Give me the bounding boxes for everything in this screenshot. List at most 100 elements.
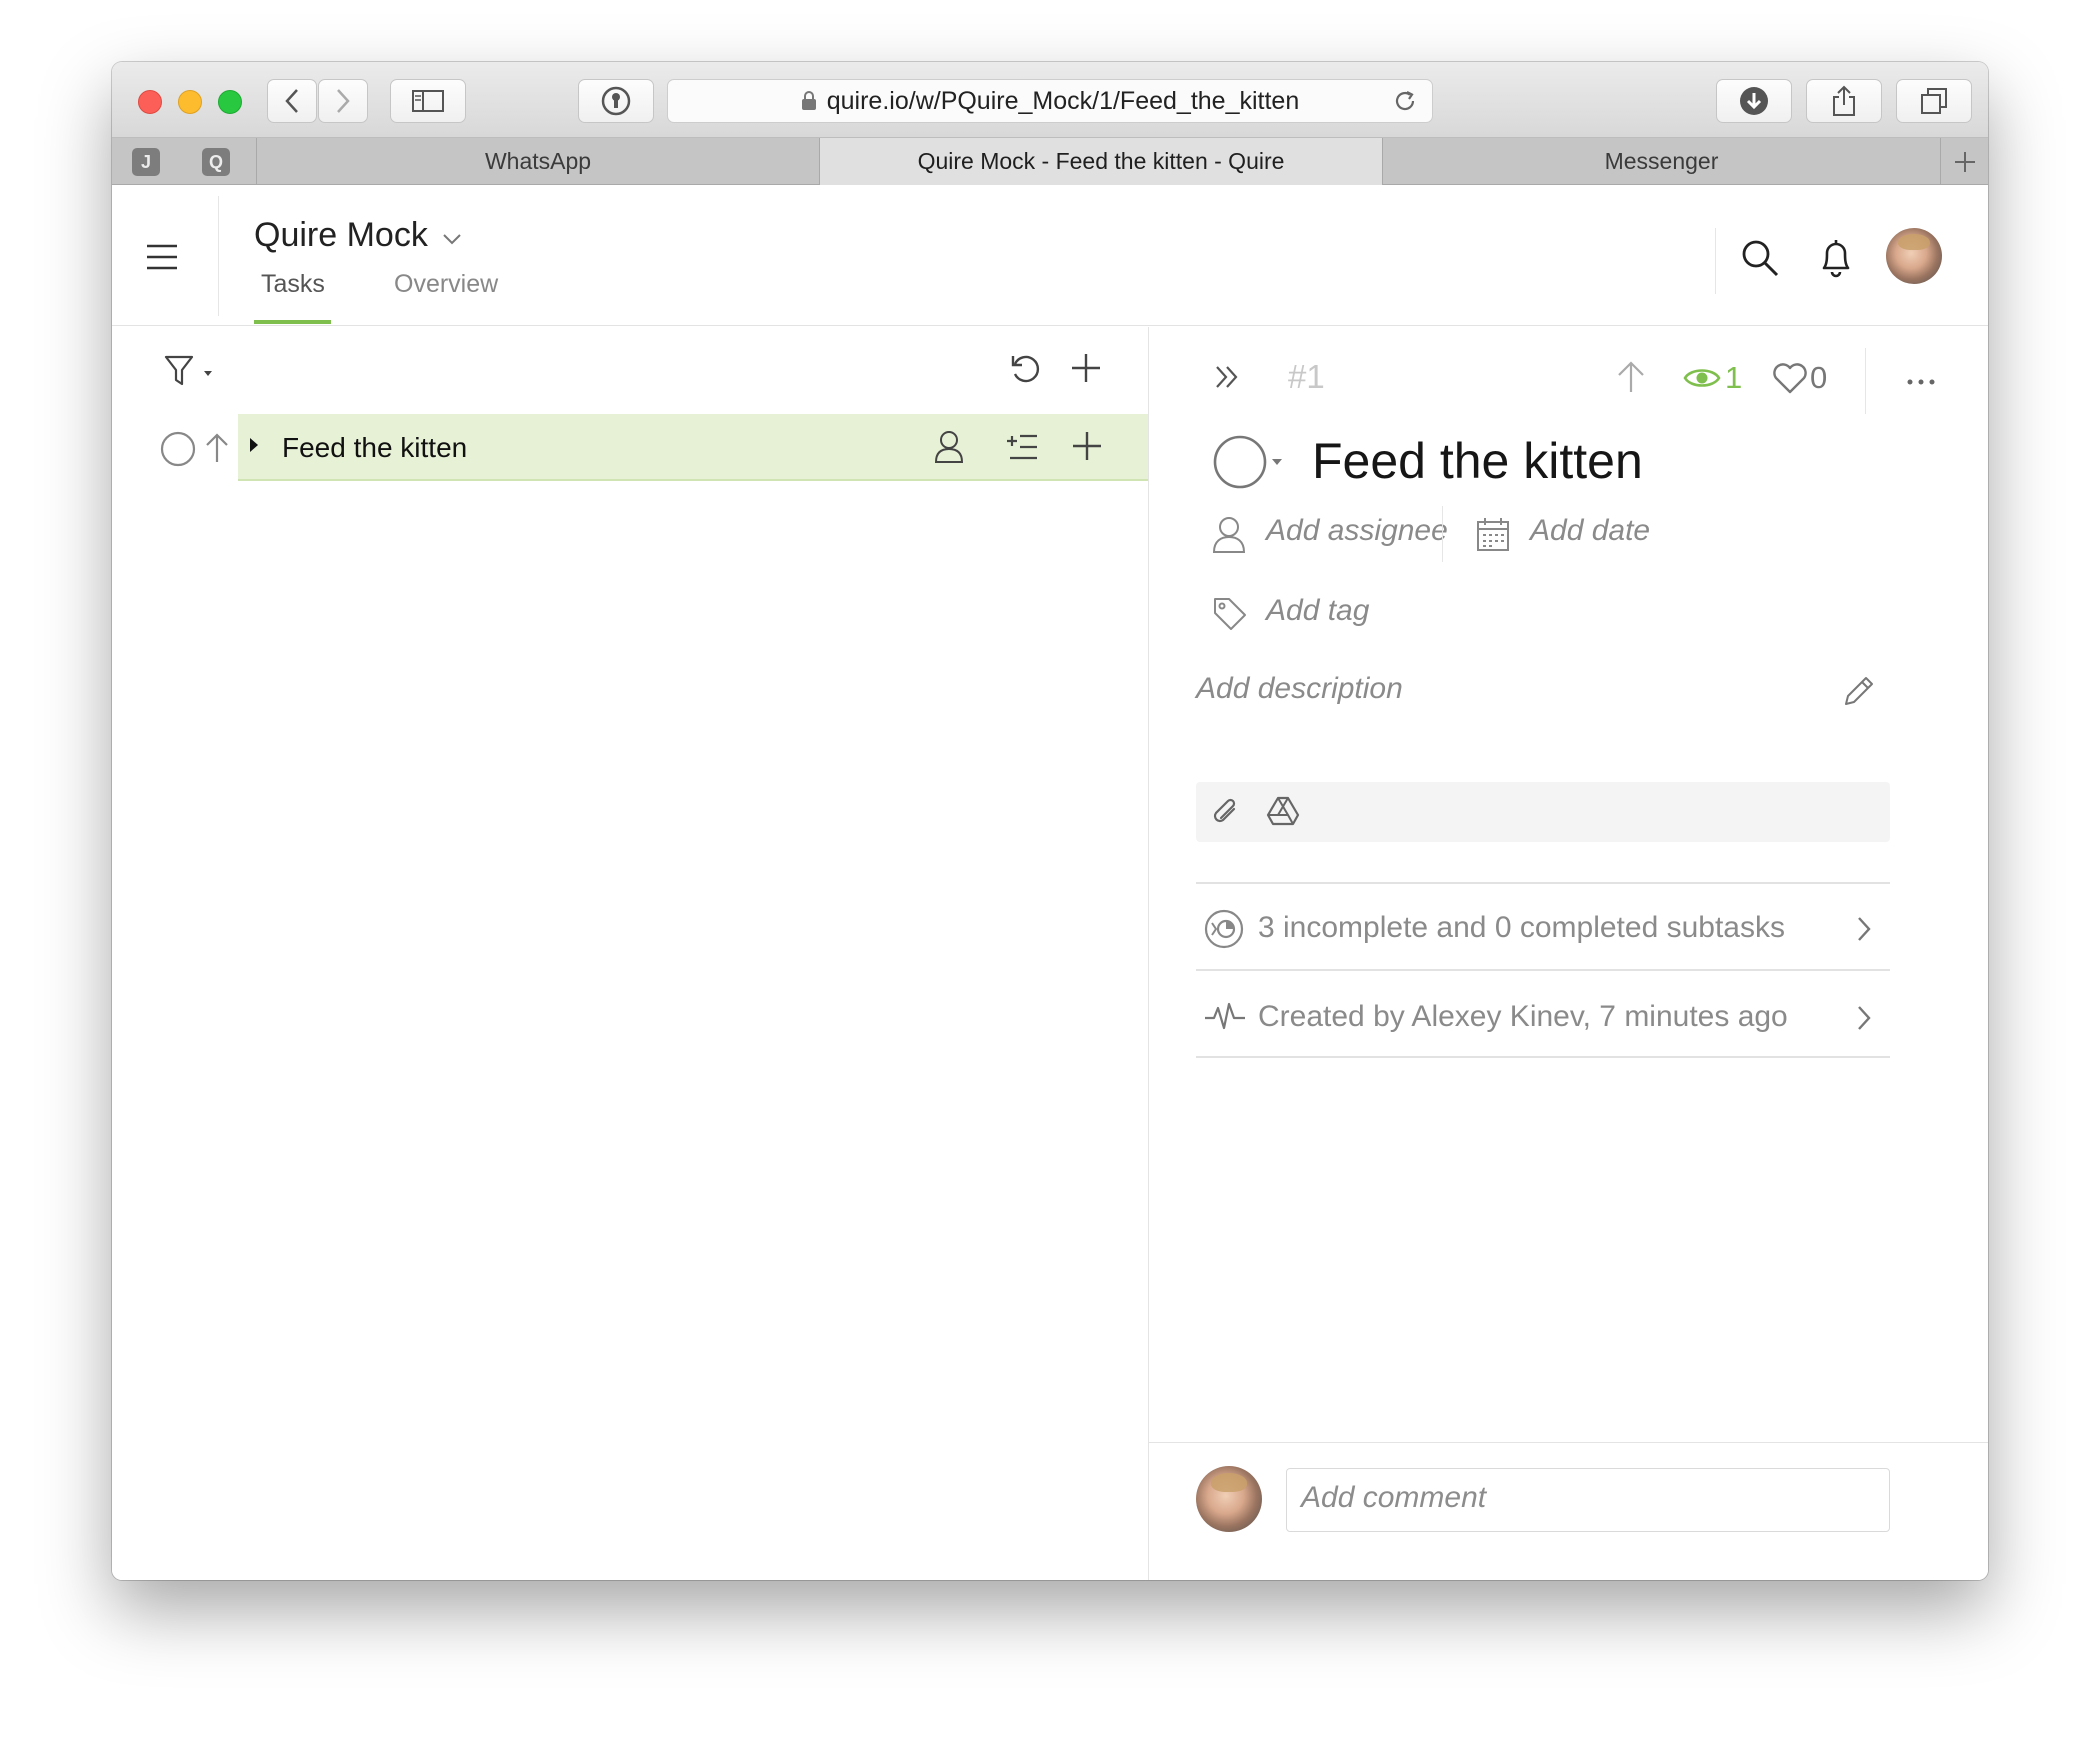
detail-header-divider (1865, 348, 1866, 414)
user-avatar[interactable] (1886, 228, 1942, 284)
detail-task-title[interactable]: Feed the kitten (1312, 432, 1643, 490)
subtasks-progress-icon (1204, 909, 1244, 949)
add-assignee-button[interactable]: Add assignee (1266, 514, 1448, 548)
attachments-bar (1196, 782, 1890, 842)
tab-quire[interactable]: Quire Mock - Feed the kitten - Quire (819, 138, 1382, 185)
calendar-icon (1476, 516, 1510, 552)
expand-triangle-icon[interactable] (248, 436, 260, 454)
divider (1196, 969, 1890, 971)
password-button[interactable] (578, 79, 654, 123)
key-icon (601, 86, 631, 116)
forward-button[interactable] (318, 79, 368, 123)
app-header: Quire Mock Tasks Overview (112, 186, 1988, 326)
circle-icon (160, 431, 196, 467)
divider (1196, 882, 1890, 884)
zoom-window-button[interactable] (218, 90, 242, 114)
person-icon (1212, 516, 1246, 554)
subtasks-summary: 3 incomplete and 0 completed subtasks (1258, 911, 1785, 944)
minimize-window-button[interactable] (178, 90, 202, 114)
close-window-button[interactable] (138, 90, 162, 114)
edit-description-button[interactable] (1842, 674, 1876, 708)
project-selector[interactable]: Quire Mock (254, 216, 462, 255)
activity-text: Created by Alexey Kinev, 7 minutes ago (1258, 1000, 1788, 1033)
arrow-up-icon (1618, 361, 1644, 392)
priority-button[interactable] (204, 432, 230, 464)
google-drive-button[interactable] (1266, 795, 1300, 827)
detail-status-button[interactable] (1212, 434, 1286, 490)
collapse-detail-button[interactable] (1214, 364, 1240, 390)
pencil-icon (1845, 677, 1873, 705)
task-number: #1 (1288, 358, 1325, 395)
commenter-avatar (1196, 1466, 1262, 1532)
header-divider (218, 196, 219, 316)
browser-toolbar: quire.io/w/PQuire_Mock/1/Feed_the_kitten (112, 62, 1988, 138)
google-drive-icon (1266, 796, 1300, 826)
tab-messenger[interactable]: Messenger (1382, 138, 1940, 185)
pinned-tab-q[interactable]: Q (202, 148, 230, 176)
chevron-down-icon (442, 233, 462, 245)
menu-button[interactable] (146, 244, 178, 270)
task-checkbox[interactable] (160, 431, 196, 467)
subtask-icon (1007, 434, 1037, 460)
downloads-button[interactable] (1716, 79, 1792, 123)
assign-button[interactable] (934, 430, 964, 464)
activity-row[interactable]: Created by Alexey Kinev, 7 minutes ago (1196, 976, 1890, 1056)
detail-priority-button[interactable] (1616, 360, 1646, 394)
activity-icon (1204, 1000, 1246, 1032)
active-tab-indicator (254, 320, 331, 324)
task-list-panel (112, 327, 1148, 1580)
panel-separator (1148, 327, 1149, 1580)
sidebar-toggle-button[interactable] (390, 79, 466, 123)
assignee-date-divider (1442, 506, 1443, 562)
chevron-right-icon (337, 89, 350, 113)
back-button[interactable] (267, 79, 317, 123)
likes-count: 0 (1810, 360, 1828, 395)
tab-whatsapp[interactable]: WhatsApp (256, 138, 819, 185)
download-icon (1740, 87, 1768, 115)
hamburger-icon (147, 244, 177, 270)
watchers-count: 1 (1725, 360, 1743, 395)
browser-window: quire.io/w/PQuire_Mock/1/Feed_the_kitten… (112, 62, 1988, 1580)
more-options-button[interactable] (1906, 378, 1936, 386)
plus-icon (1072, 354, 1100, 382)
search-button[interactable] (1740, 238, 1780, 278)
add-subtask-button[interactable] (1006, 432, 1038, 462)
undo-button[interactable] (1008, 352, 1042, 386)
task-name[interactable]: Feed the kitten (282, 432, 467, 464)
add-date-button[interactable]: Add date (1530, 514, 1650, 548)
tab-overview[interactable]: Overview (394, 270, 498, 299)
heart-icon (1773, 363, 1807, 394)
project-title: Quire Mock (254, 216, 428, 254)
url-text: quire.io/w/PQuire_Mock/1/Feed_the_kitten (826, 86, 1300, 115)
pinned-tab-j[interactable]: J (132, 148, 160, 176)
add-tag-button[interactable]: Add tag (1266, 594, 1369, 628)
add-task-button[interactable] (1070, 352, 1102, 384)
tab-bar: J Q WhatsApp Quire Mock - Feed the kitte… (112, 138, 1988, 185)
divider (1196, 1056, 1890, 1058)
chevron-right-icon (1856, 915, 1872, 943)
share-button[interactable] (1806, 79, 1882, 123)
bell-icon (1822, 240, 1850, 278)
comment-input[interactable]: Add comment (1286, 1468, 1890, 1532)
watchers-button[interactable]: 1 (1683, 360, 1742, 396)
plus-icon (1073, 432, 1101, 460)
arrow-up-icon (206, 433, 228, 462)
search-icon (1742, 240, 1779, 277)
like-button[interactable]: 0 (1772, 360, 1827, 396)
address-bar[interactable]: quire.io/w/PQuire_Mock/1/Feed_the_kitten (667, 79, 1433, 123)
undo-icon (1011, 355, 1040, 383)
tab-overview-button[interactable] (1896, 79, 1972, 123)
add-task-below-button[interactable] (1072, 431, 1102, 461)
filter-button[interactable] (164, 354, 226, 388)
reload-icon[interactable] (1392, 88, 1418, 114)
eye-icon (1683, 369, 1721, 387)
chevron-left-icon (285, 89, 298, 113)
attach-file-button[interactable] (1210, 795, 1242, 829)
sidebar-icon (412, 90, 444, 112)
notifications-button[interactable] (1818, 236, 1854, 278)
subtasks-row[interactable]: 3 incomplete and 0 completed subtasks (1196, 889, 1890, 969)
task-row[interactable]: Feed the kitten (238, 414, 1148, 481)
add-description-field[interactable]: Add description (1196, 672, 1403, 706)
tab-tasks[interactable]: Tasks (261, 270, 325, 299)
new-tab-button[interactable] (1940, 138, 1988, 185)
